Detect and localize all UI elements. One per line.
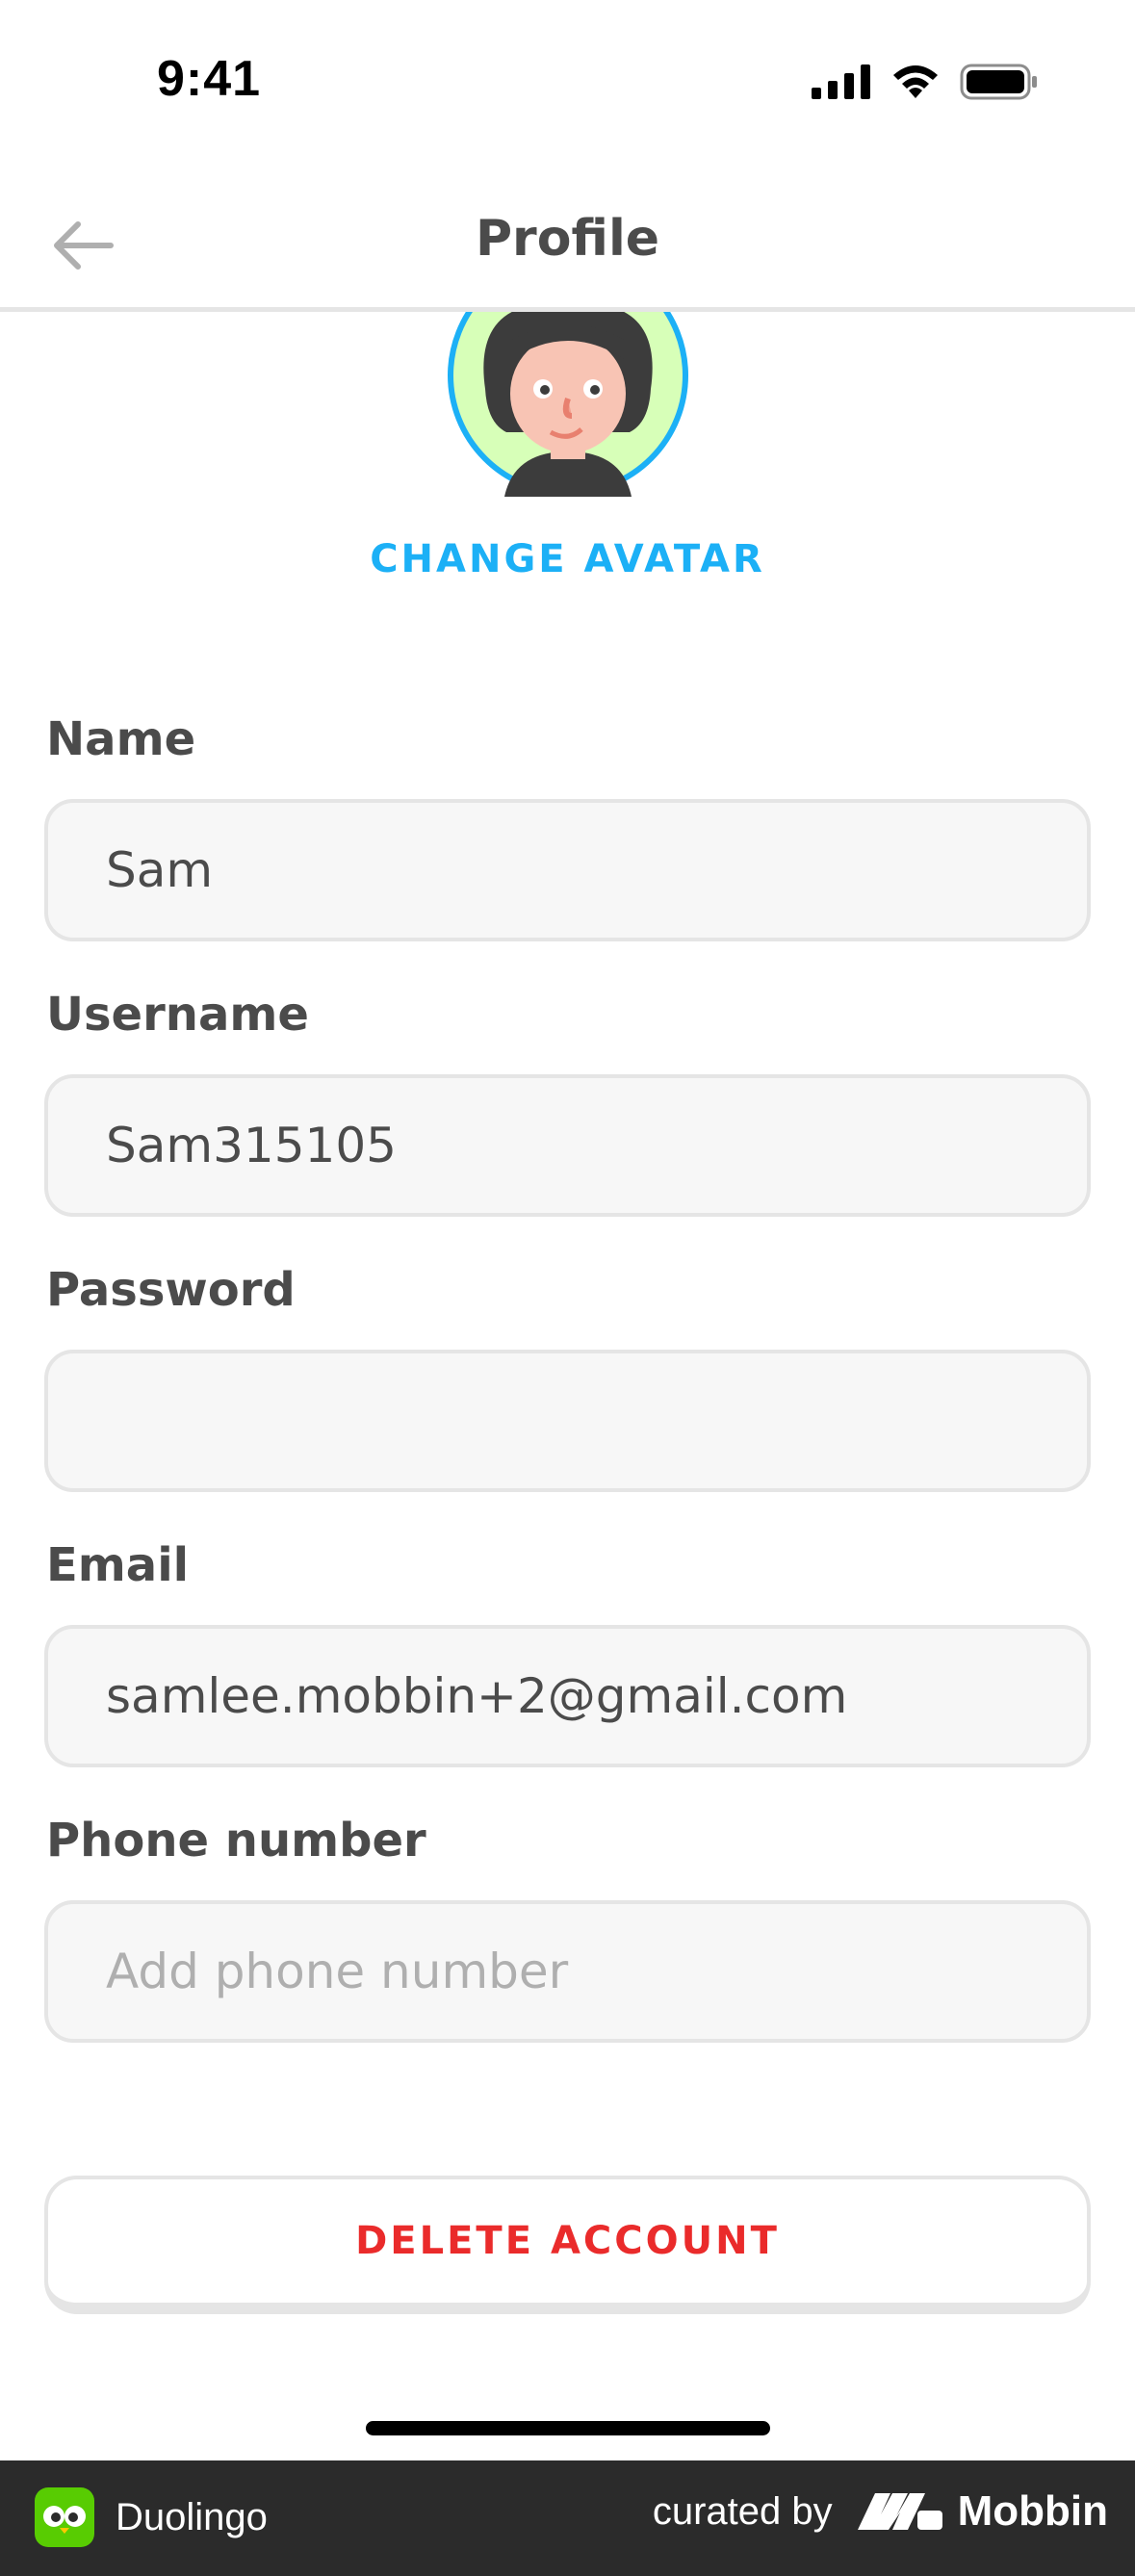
footer-credit: curated by Mobbin (653, 2487, 1108, 2536)
name-label: Name (46, 712, 196, 766)
status-icons (812, 64, 1039, 100)
username-input[interactable]: Sam315105 (44, 1074, 1091, 1217)
mobbin-logo-icon (857, 2493, 942, 2530)
page-title: Profile (475, 210, 660, 268)
phone-label: Phone number (46, 1814, 426, 1868)
curated-by-label: curated by (652, 2489, 833, 2533)
wifi-icon (893, 65, 938, 98)
signal-icon (812, 64, 870, 99)
footer-bar: Duolingo curated by Mobbin (0, 2460, 1135, 2576)
password-label: Password (46, 1263, 296, 1317)
avatar-image (447, 312, 689, 497)
status-bar: 9:41 (0, 0, 1135, 164)
name-input[interactable]: Sam (44, 799, 1091, 941)
email-input[interactable]: samlee.mobbin+2@gmail.com (44, 1625, 1091, 1767)
footer-app: Duolingo (35, 2487, 268, 2547)
change-avatar-button[interactable]: CHANGE AVATAR (0, 537, 1135, 581)
username-label: Username (46, 988, 309, 1042)
delete-account-button[interactable]: DELETE ACCOUNT (44, 2176, 1091, 2314)
password-input[interactable] (44, 1350, 1091, 1492)
mobbin-label: Mobbin (957, 2487, 1108, 2535)
top-nav: Profile (0, 183, 1135, 312)
mobbin-brand: Mobbin (857, 2487, 1108, 2536)
battery-icon (960, 64, 1037, 100)
duolingo-logo-icon (35, 2487, 94, 2547)
footer-app-name: Duolingo (116, 2495, 268, 2538)
phone-input[interactable]: Add phone number (44, 1900, 1091, 2043)
status-time: 9:41 (157, 51, 262, 107)
email-label: Email (46, 1538, 190, 1592)
home-indicator (366, 2421, 770, 2435)
